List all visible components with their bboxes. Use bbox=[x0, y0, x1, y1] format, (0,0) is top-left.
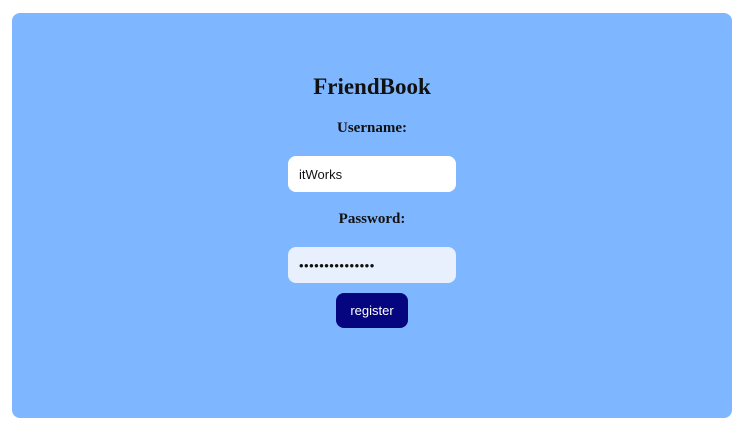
password-input[interactable] bbox=[288, 247, 456, 283]
password-label: Password: bbox=[338, 211, 406, 227]
username-label: Username: bbox=[337, 120, 407, 136]
username-input[interactable] bbox=[288, 156, 456, 192]
login-card: FriendBook Username: Password: register bbox=[12, 13, 732, 418]
register-button[interactable]: register bbox=[336, 293, 408, 328]
app-title: FriendBook bbox=[313, 74, 431, 99]
